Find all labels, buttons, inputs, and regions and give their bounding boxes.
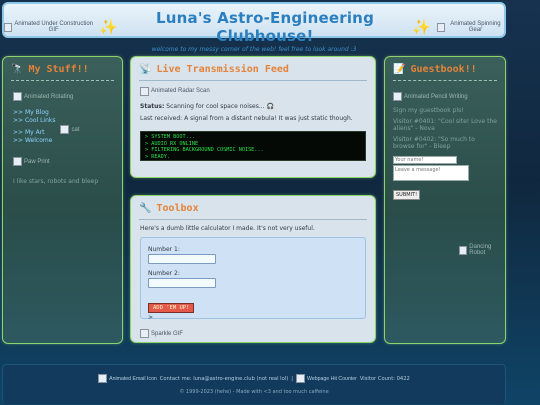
site-subtitle: welcome to my messy corner of the web! f… — [151, 46, 357, 53]
terminal-line: > FILTERING BACKGROUND COSMIC NOISE... — [145, 147, 264, 154]
guestbook-form: Your name! Leave a message! SUBMIT! — [385, 152, 505, 204]
transmission-title: 📡 Live Transmission Feed — [131, 57, 375, 80]
animated-rotating-image: Animated Rotating — [13, 92, 73, 101]
status-label: Status: — [140, 103, 165, 110]
footer-row: Animated Email Icon Contact me: luna@ast… — [3, 374, 505, 383]
sparkle-gif-wrap: Sparkle GIF — [140, 323, 366, 342]
header-row: Animated Under Construction GIF ✨ Luna's… — [4, 9, 504, 45]
transmission-title-text: Live Transmission Feed — [156, 64, 289, 75]
contact-text[interactable]: Contact me: luna@astro-engine.club (not … — [160, 376, 289, 382]
dancing-robot-image: Dancing Robot — [459, 244, 505, 256]
cat-image: cat — [60, 125, 79, 134]
sparkle-gif: Sparkle GIF — [140, 329, 183, 338]
my-stuff-title: 🔭 My Stuff!! — [3, 57, 122, 80]
pencil-image-wrap: Animated Pencil Writing — [385, 81, 505, 105]
link-cool-links[interactable]: >> Cool Links — [13, 117, 122, 125]
calc-result: > — [148, 314, 154, 321]
guestbook-entry: Visitor #0402: "So much to browse for" -… — [393, 136, 475, 150]
wrench-icon: 🔧 — [139, 203, 152, 214]
guestbook-title-text: Guestbook!! — [410, 64, 477, 75]
link-my-art-label[interactable]: >> My Art — [13, 129, 45, 136]
headphones-icon: 🎧 — [266, 103, 274, 110]
toolbox-title-text: Toolbox — [156, 203, 199, 214]
radar-scan-image: Animated Radar Scan — [140, 87, 210, 96]
site-title: Luna's Astro-Engineering Clubhouse! — [156, 9, 375, 45]
spinning-gear-gif: Animated Spinning Gear — [437, 21, 504, 33]
message-textarea[interactable]: Leave a message! — [393, 165, 469, 181]
my-stuff-title-text: My Stuff!! — [28, 64, 89, 75]
separator: | — [291, 375, 294, 382]
radar-image-wrap: Animated Radar Scan — [140, 87, 366, 99]
guestbook-panel: 📝 Guestbook!! Animated Pencil Writing Si… — [384, 56, 506, 344]
last-received: Last received: A signal from a distant n… — [140, 115, 353, 122]
terminal-output: > SYSTEM BOOT... > AUDIO RX ONLINE > FIL… — [140, 131, 366, 161]
link-welcome[interactable]: >> Welcome — [13, 137, 122, 145]
satellite-icon: 📡 — [139, 64, 152, 75]
toolbox-panel: 🔧 Toolbox Here's a dumb little calculato… — [130, 195, 376, 343]
terminal-line: > READY. — [145, 153, 170, 160]
about-note: I like stars, robots and bleep — [13, 178, 99, 185]
my-stuff-panel: 🔭 My Stuff!! Animated Rotating >> My Blo… — [2, 56, 123, 344]
visitor-count: Visitor Count: 0422 — [359, 375, 410, 382]
paw-print-image: Paw Print — [13, 157, 50, 166]
transmission-panel: 📡 Live Transmission Feed Animated Radar … — [130, 56, 376, 178]
link-my-blog[interactable]: >> My Blog — [13, 109, 122, 117]
number-1-input[interactable] — [148, 254, 216, 264]
pencil-writing-image: Animated Pencil Writing — [393, 92, 468, 101]
site-header: Animated Under Construction GIF ✨ Luna's… — [2, 2, 506, 53]
toolbox-title: 🔧 Toolbox — [131, 196, 375, 219]
number-2-label: Number 2: — [148, 270, 180, 277]
rotating-image-wrap: Animated Rotating — [13, 86, 122, 105]
add-button[interactable]: ADD 'EM UP! — [148, 303, 195, 313]
divider — [11, 80, 114, 81]
terminal-line: > SYSTEM BOOT... — [145, 134, 195, 140]
under-construction-gif: Animated Under Construction GIF — [4, 21, 93, 33]
telescope-icon: 🔭 — [11, 64, 24, 75]
terminal-line: > AUDIO RX ONLINE — [145, 140, 199, 147]
paw-print-wrap: Paw Print — [13, 151, 122, 170]
status-line: Status: Scanning for cool space noises..… — [140, 102, 366, 111]
my-stuff-links: >> My Blog >> Cool Links >> My Art cat >… — [13, 109, 122, 145]
toolbox-description: Here's a dumb little calculator I made. … — [140, 225, 315, 232]
email-icon: Animated Email Icon — [98, 374, 157, 383]
hit-counter-image: Webpage Hit Counter — [296, 374, 357, 383]
calculator: Number 1: Number 2: ADD 'EM UP! > — [140, 237, 366, 321]
transmission-body: Animated Radar Scan Status: Scanning for… — [131, 81, 375, 127]
number-1-label: Number 1: — [148, 246, 180, 253]
link-my-art[interactable]: >> My Art cat — [13, 125, 122, 137]
name-input[interactable]: Your name! — [393, 156, 457, 164]
sparkle-icon: ✨ — [412, 18, 431, 36]
number-2-input[interactable] — [148, 278, 216, 288]
submit-button[interactable]: SUBMIT! — [393, 190, 421, 200]
memo-icon: 📝 — [393, 64, 406, 75]
copyright: © 1999-2023 (hehe) - Made with <3 and to… — [179, 389, 329, 395]
sparkle-icon: ✨ — [99, 18, 118, 36]
site-footer: Animated Email Icon Contact me: luna@ast… — [2, 364, 506, 404]
guestbook-subtitle: Sign my guestbook pls! — [393, 107, 464, 114]
status-text: Scanning for cool space noises... — [166, 103, 265, 110]
guestbook-title: 📝 Guestbook!! — [385, 57, 505, 80]
guestbook-entry: Visitor #0401: "Cool site! Love the alie… — [393, 118, 497, 132]
